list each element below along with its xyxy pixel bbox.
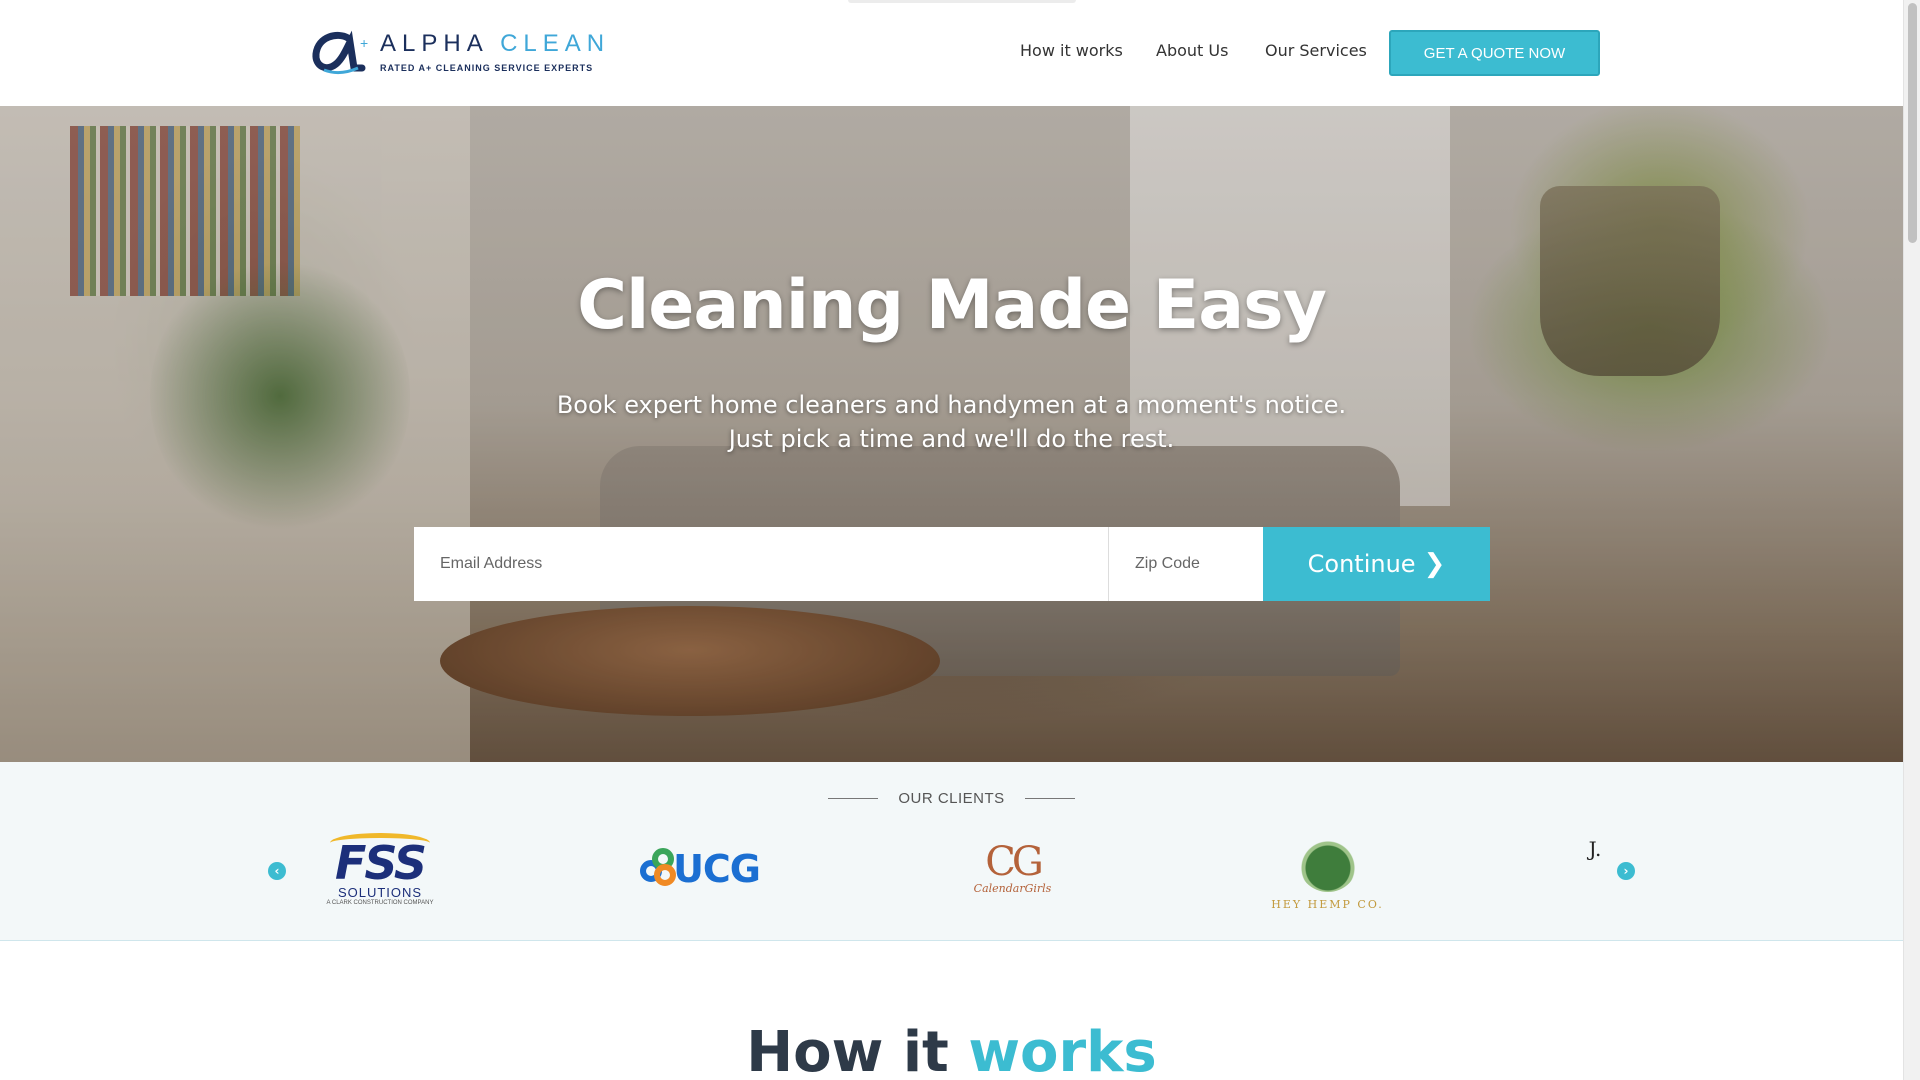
email-field[interactable] <box>414 527 1109 601</box>
brand-name-part2: CLEAN <box>500 29 611 57</box>
how-it-works-title-part2: works <box>968 1020 1157 1080</box>
page-scrollbar[interactable] <box>1903 0 1920 1080</box>
partial-logo-text: J. <box>1588 837 1602 861</box>
signup-form: Continue ❯ <box>414 527 1490 601</box>
brand-name-part1: ALPHA <box>380 29 488 57</box>
carousel-next-button[interactable]: › <box>1617 862 1635 880</box>
get-quote-button[interactable]: GET A QUOTE NOW <box>1389 30 1600 76</box>
header-tab-shadow <box>848 0 1076 3</box>
alpha-logo-icon: + <box>310 24 376 78</box>
hemp-leaf-icon <box>1297 831 1358 892</box>
clients-section: OUR CLIENTS ‹ › FSS SOLUTIONS A CLARK CO… <box>0 762 1903 941</box>
fss-subtitle: SOLUTIONS <box>337 884 423 900</box>
cg-subtitle: CalendarGirls <box>973 881 1052 895</box>
hero-subtitle-line-1: Book expert home cleaners and handymen a… <box>556 391 1347 419</box>
continue-button-label: Continue <box>1307 550 1416 578</box>
client-logo-partial: J. <box>1580 834 1610 864</box>
nav-link-about-us[interactable]: About Us <box>1156 41 1228 60</box>
nav-link-how-it-works[interactable]: How it works <box>1020 41 1123 60</box>
brand-text: ALPHA CLEAN RATED A+ CLEANING SERVICE EX… <box>380 30 610 73</box>
how-it-works-title: How it works <box>0 1020 1903 1080</box>
hero-section: Cleaning Made Easy Book expert home clea… <box>0 106 1903 762</box>
continue-button[interactable]: Continue ❯ <box>1263 527 1490 601</box>
hemp-wordmark: HEY HEMP CO. <box>1271 897 1384 911</box>
client-logo-hey-hemp: HEY HEMP CO. <box>1270 828 1385 914</box>
clients-heading: OUR CLIENTS <box>0 790 1903 807</box>
svg-text:+: + <box>360 35 368 51</box>
brand-logo[interactable]: + ALPHA CLEAN RATED A+ CLEANING SERVICE … <box>310 24 604 78</box>
chevron-left-icon: ‹ <box>274 864 280 878</box>
clients-heading-text: OUR CLIENTS <box>898 790 1005 807</box>
scrollbar-thumb[interactable] <box>1908 3 1917 243</box>
site-header: + ALPHA CLEAN RATED A+ CLEANING SERVICE … <box>0 0 1903 106</box>
client-logo-calendar-girls: CG CalendarGirls <box>955 838 1070 898</box>
fss-wordmark: FSS <box>334 835 427 890</box>
chevron-right-icon: › <box>1623 864 1629 878</box>
fss-tagline: A CLARK CONSTRUCTION COMPANY <box>326 899 434 906</box>
ucg-wordmark: UCG <box>673 847 761 891</box>
hero-subtitle-line-2: Just pick a time and we'll do the rest. <box>728 425 1175 453</box>
client-logo-fss: FSS SOLUTIONS A CLARK CONSTRUCTION COMPA… <box>320 824 440 914</box>
heading-divider-right <box>1024 798 1075 799</box>
carousel-prev-button[interactable]: ‹ <box>268 862 286 880</box>
chevron-right-icon: ❯ <box>1423 549 1446 579</box>
client-logo-ucg: UCG <box>640 844 761 894</box>
zip-code-field[interactable] <box>1109 527 1263 601</box>
brand-tagline: RATED A+ CLEANING SERVICE EXPERTS <box>380 62 594 73</box>
brand-name: ALPHA CLEAN <box>380 30 610 58</box>
hero-title: Cleaning Made Easy <box>577 266 1327 345</box>
how-it-works-title-part1: How it <box>746 1020 949 1080</box>
nav-link-our-services[interactable]: Our Services <box>1265 41 1367 60</box>
cg-monogram: CG <box>985 838 1044 885</box>
heading-divider-left <box>828 798 879 799</box>
ucg-knot-icon <box>640 848 676 890</box>
hero-subtitle: Book expert home cleaners and handymen a… <box>0 388 1903 456</box>
